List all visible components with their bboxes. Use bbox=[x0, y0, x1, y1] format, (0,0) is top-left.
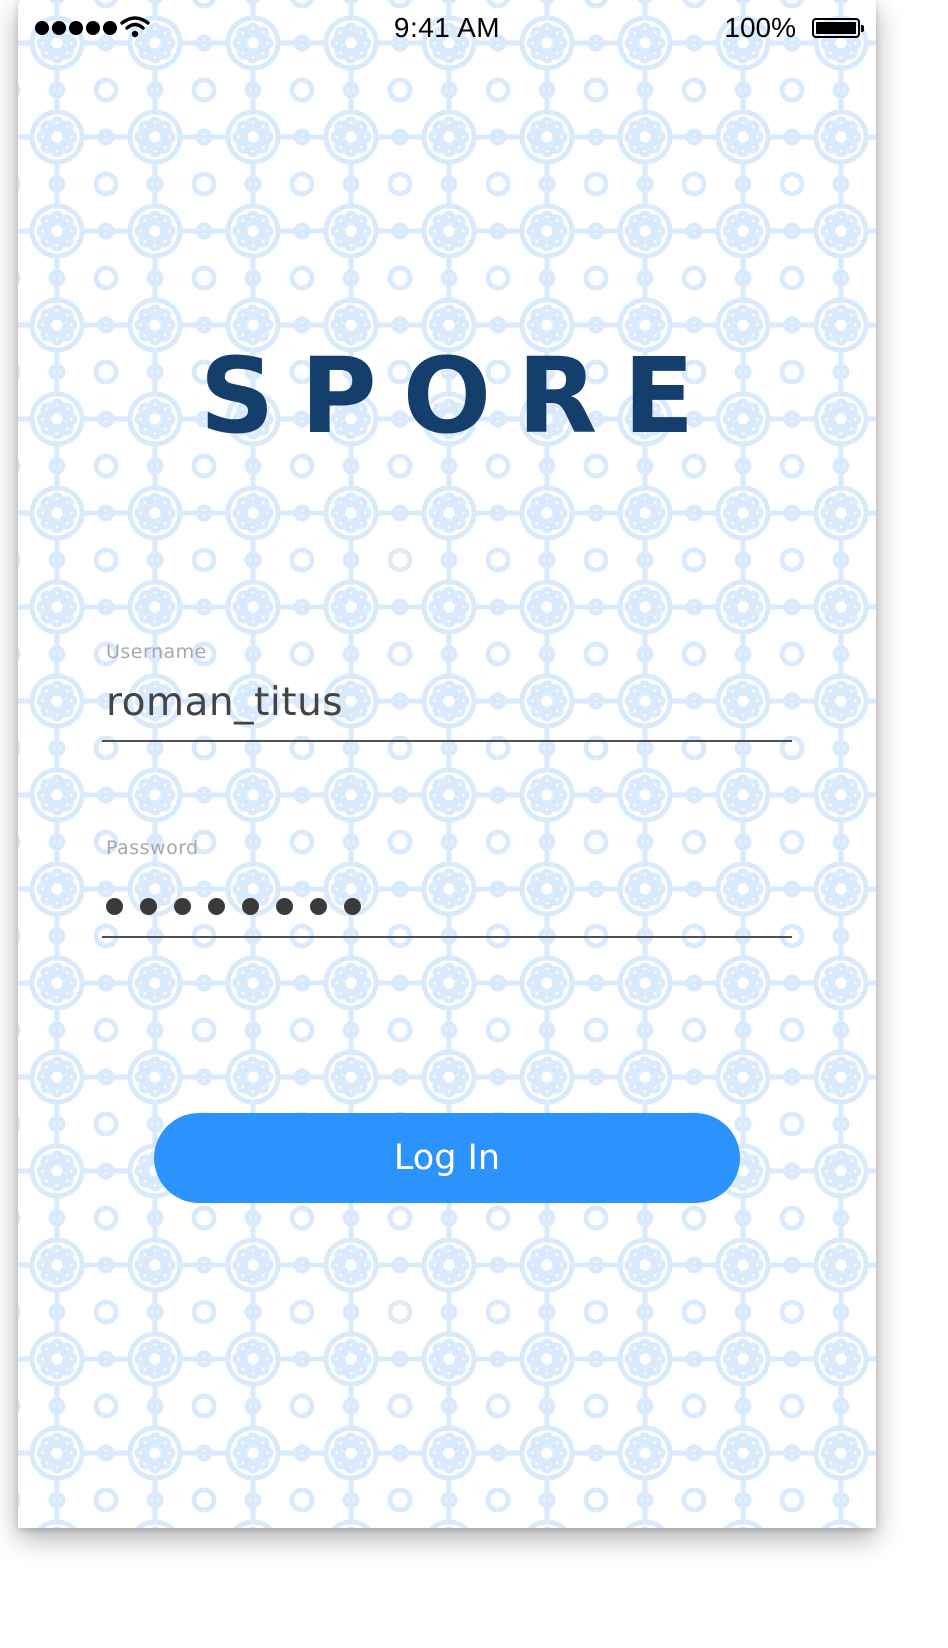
app-logo: SPORE bbox=[199, 335, 721, 457]
password-mask-dot bbox=[106, 898, 123, 915]
password-mask-dot bbox=[242, 898, 259, 915]
password-mask-dot bbox=[140, 898, 157, 915]
password-mask-dot bbox=[174, 898, 191, 915]
background-pattern bbox=[18, 0, 876, 1528]
username-field[interactable]: Username roman_titus bbox=[102, 638, 792, 744]
username-underline bbox=[102, 740, 792, 742]
password-label: Password bbox=[106, 837, 199, 859]
password-mask-dot bbox=[310, 898, 327, 915]
battery-icon bbox=[812, 18, 864, 38]
password-mask-dot bbox=[344, 898, 361, 915]
status-bar: 9:41 AM 100% bbox=[18, 0, 876, 56]
phone-screen: 9:41 AM 100% SPORE Username roman_titus … bbox=[18, 0, 876, 1528]
username-input[interactable]: roman_titus bbox=[106, 680, 343, 725]
password-mask-dot bbox=[208, 898, 225, 915]
password-underline bbox=[102, 936, 792, 938]
password-input[interactable] bbox=[106, 898, 361, 915]
login-button[interactable]: Log In bbox=[154, 1113, 740, 1203]
battery-percent: 100% bbox=[724, 12, 796, 43]
username-label: Username bbox=[106, 641, 207, 663]
password-mask-dot bbox=[276, 898, 293, 915]
password-field[interactable]: Password bbox=[102, 834, 792, 940]
